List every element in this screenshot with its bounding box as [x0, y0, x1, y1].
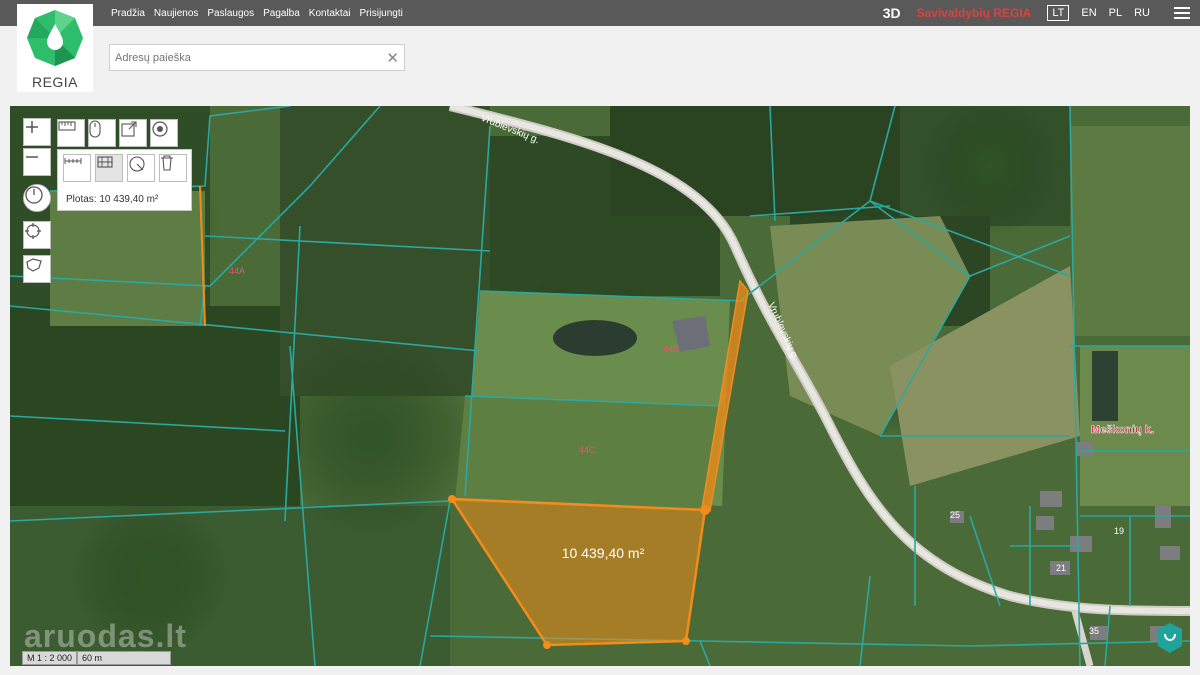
nav-services[interactable]: Paslaugos	[207, 8, 254, 19]
map-view[interactable]: 10 439,40 m² Vrublevskių g. Vrublevskių …	[10, 106, 1190, 666]
target-icon	[152, 121, 168, 137]
regia-corner-logo-icon	[1158, 623, 1182, 653]
nav-contacts[interactable]: Kontaktai	[309, 8, 351, 19]
clear-search-icon[interactable]: ✕	[386, 49, 399, 67]
top-navigation-bar: Pradžia Naujienos Paslaugos Pagalba Kont…	[0, 0, 1200, 26]
top-right-controls: 3D Savivaldybių REGIA LT EN PL RU	[883, 0, 1200, 26]
scale-distance: 60 m	[77, 651, 172, 665]
radius-icon	[129, 156, 145, 172]
house-number-21: 21	[1056, 563, 1066, 573]
polygon-vertex[interactable]	[448, 495, 456, 503]
pond	[553, 320, 637, 356]
brand-title: Savivaldybių REGIA	[916, 6, 1032, 20]
house-number-35: 35	[1089, 626, 1099, 636]
area-icon	[97, 156, 113, 168]
measure-area-button[interactable]	[95, 154, 123, 182]
main-menu: Pradžia Naujienos Paslaugos Pagalba Kont…	[111, 0, 403, 26]
watermark: aruodas.lt	[24, 618, 187, 654]
nav-news[interactable]: Naujienos	[154, 8, 198, 19]
measure-length-button[interactable]	[63, 154, 91, 182]
regia-logo-icon	[27, 10, 83, 66]
trash-icon	[161, 155, 173, 171]
logo-text: REGIA	[31, 74, 79, 90]
language-ru[interactable]: RU	[1134, 7, 1150, 19]
ruler-icon	[58, 121, 76, 131]
zoom-out-button[interactable]	[23, 148, 51, 176]
nav-home[interactable]: Pradžia	[111, 8, 145, 19]
nav-login[interactable]: Prisijungti	[360, 8, 403, 19]
address-search: ✕	[109, 44, 405, 71]
lasso-icon	[26, 258, 42, 272]
village-label: Meškonių k.	[1091, 424, 1154, 436]
ruler-length-icon	[64, 158, 82, 164]
info-tool-button[interactable]	[88, 119, 116, 147]
pond-small	[1092, 351, 1118, 421]
export-button[interactable]	[119, 119, 147, 147]
history-button[interactable]	[23, 184, 51, 212]
locate-button[interactable]	[23, 221, 51, 249]
language-en[interactable]: EN	[1081, 7, 1096, 19]
polygon-vertex[interactable]	[543, 641, 551, 649]
language-pl[interactable]: PL	[1109, 7, 1122, 19]
map-scale: M 1 : 2 000 60 m	[22, 651, 172, 665]
plus-icon	[26, 121, 38, 133]
scale-ratio: M 1 : 2 000	[22, 651, 78, 665]
polygon-vertex[interactable]	[682, 637, 690, 645]
minus-icon	[26, 156, 38, 158]
hamburger-menu-icon[interactable]	[1174, 7, 1190, 19]
area-result: Plotas: 10 439,40 m²	[66, 194, 159, 205]
target-tool-button[interactable]	[150, 119, 178, 147]
parcel-label-44b: 44B	[663, 344, 679, 354]
house-number-25: 25	[950, 510, 960, 520]
clear-measure-button[interactable]	[159, 154, 187, 182]
measure-radius-button[interactable]	[127, 154, 155, 182]
crosshair-icon	[25, 223, 41, 239]
export-icon	[121, 121, 137, 137]
language-lt[interactable]: LT	[1047, 5, 1070, 21]
zoom-in-button[interactable]	[23, 118, 51, 146]
mode-3d-button[interactable]: 3D	[883, 5, 901, 21]
parcel-label-44a: 44A	[229, 266, 245, 276]
nav-help[interactable]: Pagalba	[263, 8, 300, 19]
parcel-label-44c: 44C	[579, 445, 596, 455]
select-area-button[interactable]	[23, 255, 51, 283]
polygon-area-label: 10 439,40 m²	[562, 545, 645, 561]
polygon-vertex[interactable]	[700, 505, 710, 515]
measure-tool-button[interactable]	[57, 119, 85, 147]
house-number-19: 19	[1114, 526, 1124, 536]
clock-icon	[25, 186, 43, 204]
mouse-icon	[89, 120, 101, 138]
address-search-input[interactable]	[110, 45, 380, 70]
regia-logo[interactable]: REGIA	[17, 4, 93, 92]
measure-panel: Plotas: 10 439,40 m²	[57, 149, 192, 211]
